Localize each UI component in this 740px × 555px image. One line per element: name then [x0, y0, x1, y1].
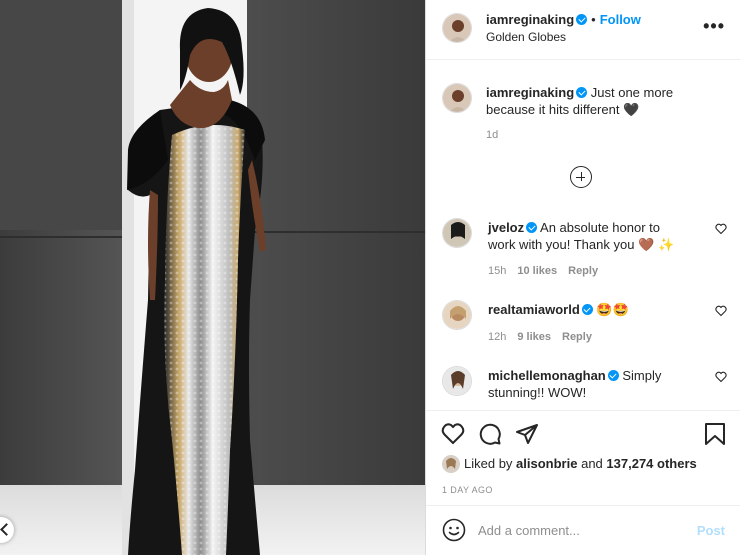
comment-emoji: 🤎 ✨ — [638, 238, 675, 253]
comment-username[interactable]: jveloz — [488, 220, 524, 235]
avatar[interactable] — [442, 300, 472, 330]
reply-button[interactable]: Reply — [568, 265, 598, 277]
comment-meta: 15h 10 likes Reply — [488, 265, 609, 277]
share-icon[interactable] — [515, 422, 539, 446]
location-link[interactable]: Golden Globes — [486, 30, 566, 44]
verified-badge-icon — [607, 370, 619, 381]
avatar[interactable] — [442, 366, 472, 396]
comment-likes[interactable]: 9 likes — [517, 331, 551, 343]
post-date[interactable]: 1 DAY AGO — [442, 485, 493, 495]
post-details-panel: iamreginaking • Follow Golden Globes ••• i… — [425, 0, 740, 555]
heart-icon[interactable] — [441, 422, 465, 446]
more-options-icon[interactable]: ••• — [703, 17, 725, 35]
author-username[interactable]: iamreginaking — [486, 12, 574, 27]
caption-time[interactable]: 1d — [486, 129, 498, 141]
separator-dot: • — [591, 12, 596, 27]
comment-text: realtamiaworld 🤩🤩 — [488, 301, 688, 319]
comment-likes[interactable]: 10 likes — [517, 265, 557, 277]
comment-username[interactable]: realtamiaworld — [488, 302, 580, 317]
liked-by-user[interactable]: alisonbrie — [516, 456, 577, 471]
liked-by: Liked by alisonbrie and 137,274 others — [442, 455, 697, 473]
liked-by-connector: and — [581, 456, 603, 471]
post-header: iamreginaking • Follow Golden Globes ••• — [426, 0, 740, 60]
comment-input[interactable] — [478, 519, 678, 541]
avatar[interactable] — [442, 455, 460, 473]
verified-badge-icon — [576, 14, 588, 25]
verified-badge-icon — [526, 222, 538, 233]
comment-time[interactable]: 12h — [488, 331, 506, 343]
comments-list[interactable]: iamreginaking Just one more because it h… — [426, 61, 740, 409]
post-photo[interactable] — [0, 0, 425, 555]
comment-time[interactable]: 15h — [488, 265, 506, 277]
verified-badge-icon — [581, 304, 593, 315]
post-actions: Liked by alisonbrie and 137,274 others 1… — [426, 410, 740, 505]
post-button[interactable]: Post — [697, 523, 725, 538]
verified-badge-icon — [576, 87, 588, 98]
bookmark-icon[interactable] — [704, 422, 726, 446]
add-comment-bar: Post — [426, 505, 740, 555]
reply-button[interactable]: Reply — [562, 331, 592, 343]
caption-username[interactable]: iamreginaking — [486, 85, 574, 100]
comment-username[interactable]: michellemonaghan — [488, 368, 606, 383]
heart-icon[interactable] — [715, 371, 727, 383]
post-photo-image — [0, 0, 425, 555]
follow-button[interactable]: Follow — [600, 12, 641, 27]
black-heart-emoji: 🖤 — [623, 103, 640, 118]
plus-circle-icon[interactable] — [570, 166, 592, 188]
emoji-icon[interactable] — [442, 518, 466, 542]
avatar[interactable] — [442, 218, 472, 248]
liked-by-prefix: Liked by — [464, 456, 513, 471]
avatar[interactable] — [442, 83, 472, 113]
avatar[interactable] — [442, 13, 472, 43]
comment-text: jveloz An absolute honor to work with yo… — [488, 219, 688, 254]
comment-icon[interactable] — [478, 422, 502, 446]
comment-meta: 12h 9 likes Reply — [488, 331, 603, 343]
caption-text: iamreginaking Just one more because it h… — [486, 84, 716, 119]
likes-count[interactable]: 137,274 others — [606, 456, 696, 471]
heart-icon[interactable] — [715, 223, 727, 235]
comment-emoji: 🤩🤩 — [596, 303, 629, 318]
comment-text: michellemonaghan Simply stunning!! WOW! — [488, 367, 688, 401]
heart-icon[interactable] — [715, 305, 727, 317]
